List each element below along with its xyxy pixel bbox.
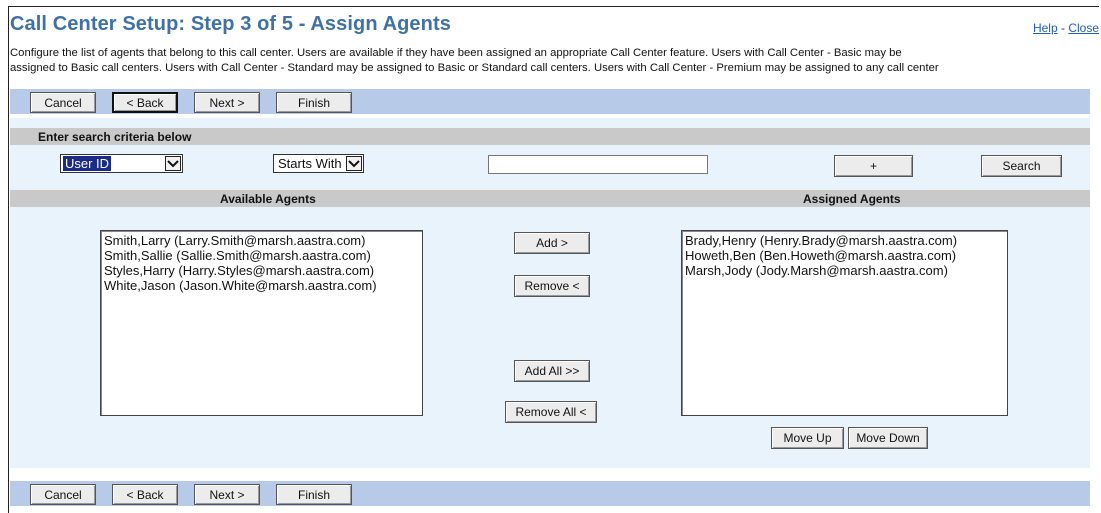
close-link[interactable]: Close <box>1068 21 1099 35</box>
search-field-value: User ID <box>63 156 112 171</box>
search-field-select[interactable]: User ID <box>60 154 183 173</box>
remove-button[interactable]: Remove < <box>514 275 590 297</box>
list-item[interactable]: Smith,Sallie (Sallie.Smith@marsh.aastra.… <box>104 248 419 263</box>
finish-button-top[interactable]: Finish <box>276 92 352 113</box>
search-mode-select[interactable]: Starts With <box>273 154 364 173</box>
cancel-button-bottom[interactable]: Cancel <box>30 484 96 505</box>
description-line-1: Configure the list of agents that belong… <box>10 47 902 59</box>
list-item[interactable]: Brady,Henry (Henry.Brady@marsh.aastra.co… <box>685 233 1004 248</box>
add-all-button[interactable]: Add All >> <box>514 360 590 382</box>
chevron-down-icon <box>346 156 362 171</box>
description-line-2: assigned to Basic call centers. Users wi… <box>10 62 939 74</box>
back-button-top[interactable]: < Back <box>112 92 178 113</box>
move-up-button[interactable]: Move Up <box>771 427 844 449</box>
move-down-button[interactable]: Move Down <box>848 427 928 449</box>
list-item[interactable]: White,Jason (Jason.White@marsh.aastra.co… <box>104 278 419 293</box>
search-text-input[interactable] <box>488 155 708 174</box>
link-separator: - <box>1060 21 1065 35</box>
bottom-button-bar: Cancel < Back Next > Finish <box>10 481 1090 506</box>
chevron-down-icon <box>165 156 181 171</box>
list-item[interactable]: Marsh,Jody (Jody.Marsh@marsh.aastra.com) <box>685 263 1004 278</box>
search-mode-value: Starts With <box>278 156 342 171</box>
list-item[interactable]: Styles,Harry (Harry.Styles@marsh.aastra.… <box>104 263 419 278</box>
next-button-bottom[interactable]: Next > <box>194 484 260 505</box>
help-link[interactable]: Help <box>1033 21 1058 35</box>
finish-button-bottom[interactable]: Finish <box>276 484 352 505</box>
cancel-button-top[interactable]: Cancel <box>30 92 96 113</box>
assigned-agents-header: Assigned Agents <box>803 192 901 206</box>
remove-all-button[interactable]: Remove All < <box>505 401 597 423</box>
search-criteria-header: Enter search criteria below <box>10 128 1090 145</box>
page-title: Call Center Setup: Step 3 of 5 - Assign … <box>10 13 451 35</box>
next-button-top[interactable]: Next > <box>194 92 260 113</box>
available-agents-list[interactable]: Smith,Larry (Larry.Smith@marsh.aastra.co… <box>100 230 423 416</box>
list-item[interactable]: Smith,Larry (Larry.Smith@marsh.aastra.co… <box>104 233 419 248</box>
available-agents-header: Available Agents <box>220 192 316 206</box>
search-button[interactable]: Search <box>981 155 1062 177</box>
agents-header-bar: Available Agents Assigned Agents <box>10 190 1090 207</box>
add-criteria-button[interactable]: + <box>834 155 913 177</box>
back-button-bottom[interactable]: < Back <box>112 484 178 505</box>
search-criteria-label: Enter search criteria below <box>38 130 192 144</box>
list-item[interactable]: Howeth,Ben (Ben.Howeth@marsh.aastra.com) <box>685 248 1004 263</box>
top-button-bar: Cancel < Back Next > Finish <box>10 89 1090 114</box>
page-description: Configure the list of agents that belong… <box>10 46 1092 76</box>
header-links: Help - Close <box>1033 21 1099 35</box>
assigned-agents-list[interactable]: Brady,Henry (Henry.Brady@marsh.aastra.co… <box>681 230 1008 416</box>
add-button[interactable]: Add > <box>514 232 590 254</box>
